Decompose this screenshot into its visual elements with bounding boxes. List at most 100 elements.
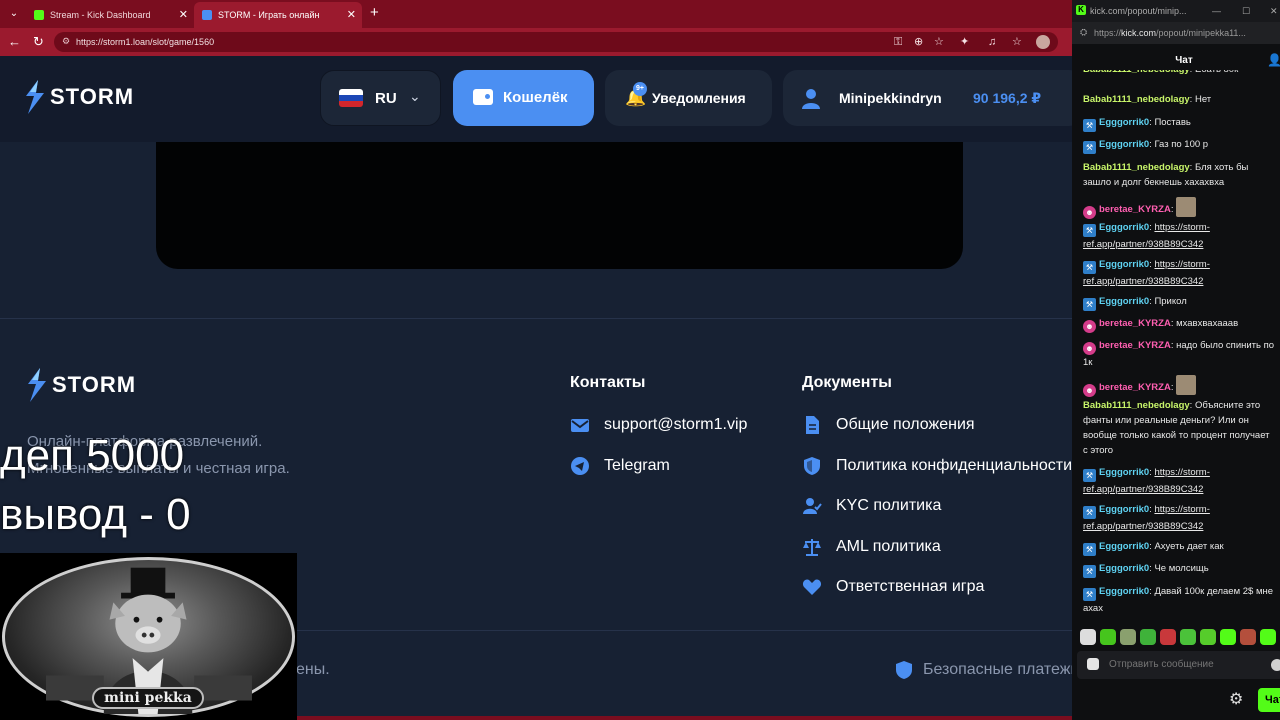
new-tab-plus-icon[interactable]: + xyxy=(370,5,379,21)
extension-icon[interactable]: ✦ xyxy=(960,35,969,49)
chat-message: ⚒ Egggorrik0: https://storm-ref.app/partn… xyxy=(1083,502,1276,534)
chat-username[interactable]: Egggorrik0 xyxy=(1099,296,1149,307)
chat-username[interactable]: Egggorrik0 xyxy=(1099,586,1149,597)
emote-trash-icon[interactable] xyxy=(1140,629,1156,645)
close-icon[interactable]: ✕ xyxy=(347,2,356,28)
chat-username[interactable]: beretae_KYRZA xyxy=(1099,382,1171,393)
doc-responsible-gaming-link[interactable]: Ответственная игра xyxy=(802,577,984,597)
chevron-down-icon: ⌄ xyxy=(409,88,421,104)
moderator-badge-icon: ⚒ xyxy=(1083,543,1096,556)
moderator-badge-icon: ⚒ xyxy=(1083,506,1096,519)
chat-username[interactable]: Babab1111_nebedolagy xyxy=(1083,162,1190,173)
doc-privacy-policy-link[interactable]: Политика конфиденциальности xyxy=(802,456,1072,476)
chat-settings-gear-icon[interactable]: ⚙ xyxy=(1229,689,1243,709)
chat-username[interactable]: beretae_KYRZA xyxy=(1099,204,1171,215)
bookmark-star-icon[interactable]: ☆ xyxy=(934,35,944,49)
emote-ball-icon[interactable] xyxy=(1120,629,1136,645)
storm-logo[interactable]: STORM xyxy=(24,80,134,114)
emote-frog-icon[interactable] xyxy=(1200,629,1216,645)
tab-search-icon[interactable]: ⌄ xyxy=(6,6,22,22)
chat-message-list[interactable]: Babab1111_nebedolagy: Ебать 80кBabab1111… xyxy=(1072,70,1280,618)
chat-username[interactable]: Egggorrik0 xyxy=(1099,222,1149,233)
maximize-icon[interactable]: ☐ xyxy=(1242,0,1250,22)
emote-spin-icon[interactable] xyxy=(1180,629,1196,645)
chat-message: ⚒ Egggorrik0: Давай 100к делаем 2$ мне ах… xyxy=(1083,584,1276,616)
chat-text: Нет xyxy=(1194,94,1212,105)
chat-username[interactable]: Egggorrik0 xyxy=(1099,259,1149,270)
chat-input-field[interactable] xyxy=(1109,651,1259,679)
profile-avatar[interactable] xyxy=(1036,35,1050,49)
chat-username[interactable]: Egggorrik0 xyxy=(1099,504,1149,515)
chat-username[interactable]: Babab1111_nebedolagy xyxy=(1083,70,1190,75)
chat-message: ⚒ Egggorrik0: Газ по 100 р xyxy=(1083,137,1276,154)
emote-face-icon[interactable] xyxy=(1240,629,1256,645)
emoji-icon[interactable] xyxy=(1271,659,1280,671)
favorites-icon[interactable]: ☆ xyxy=(1012,35,1022,49)
language-selector[interactable]: RU ⌄ xyxy=(320,70,441,126)
user-profile-button[interactable]: Minipekkindryn 90 196,2 ₽ xyxy=(783,70,1083,126)
chat-username[interactable]: Babab1111_nebedolagy xyxy=(1083,400,1190,411)
lightning-logo-icon xyxy=(28,368,46,402)
minimize-icon[interactable]: — xyxy=(1212,0,1221,22)
chat-message: Babab1111_nebedolagy: Объясните это фант… xyxy=(1083,398,1276,458)
chat-username[interactable]: beretae_KYRZA xyxy=(1099,318,1171,329)
site-info-icon[interactable]: ⚙ xyxy=(62,36,70,47)
chat-username[interactable]: Egggorrik0 xyxy=(1099,541,1149,552)
emote-angry-icon[interactable] xyxy=(1160,629,1176,645)
doc-general-terms-link[interactable]: Общие положения xyxy=(802,415,975,435)
contact-email-link[interactable]: support@storm1.vip xyxy=(570,415,747,435)
chat-username[interactable]: Egggorrik0 xyxy=(1099,139,1149,150)
moderator-badge-icon: ⚒ xyxy=(1083,119,1096,132)
notifications-badge: 9+ xyxy=(633,82,647,96)
chat-message: ☻ beretae_KYRZA: надо было спинить по 1к xyxy=(1083,338,1276,370)
doc-kyc-policy-link[interactable]: KYC политика xyxy=(802,496,941,516)
contact-telegram-link[interactable]: Telegram xyxy=(570,456,670,476)
key-icon[interactable]: ⚿ xyxy=(894,35,902,49)
music-icon[interactable]: ♫ xyxy=(988,35,996,49)
chat-window-addressbar[interactable]: ⛭ https://kick.com/popout/minipekka11... xyxy=(1072,22,1280,44)
zoom-icon[interactable]: ⊕ xyxy=(914,35,923,49)
shield-icon xyxy=(804,457,820,475)
chat-message: ⚒ Egggorrik0: Ахуеть дает как xyxy=(1083,539,1276,556)
balance: 90 196,2 ₽ xyxy=(973,90,1042,106)
browser-tab-kick-dashboard[interactable]: Stream - Kick Dashboard ✕ xyxy=(26,2,194,28)
russia-flag-icon xyxy=(339,89,363,107)
back-arrow-icon[interactable]: ← xyxy=(8,34,21,50)
chat-username[interactable]: Egggorrik0 xyxy=(1099,467,1149,478)
address-url: https://storm1.loan/slot/game/1560 xyxy=(76,37,215,47)
doc-aml-policy-link[interactable]: AML политика xyxy=(802,537,941,557)
chat-username[interactable]: Egggorrik0 xyxy=(1099,117,1149,128)
chat-username[interactable]: Egggorrik0 xyxy=(1099,563,1149,574)
emote-chat-icon[interactable] xyxy=(1100,629,1116,645)
emote-happy-icon[interactable] xyxy=(1220,629,1236,645)
moderator-badge-icon: ⚒ xyxy=(1083,224,1096,237)
users-icon[interactable]: 👤 xyxy=(1267,53,1280,67)
subscriber-badge-icon: ☻ xyxy=(1083,320,1096,333)
chat-text: Поставь xyxy=(1154,117,1191,128)
contact-email: support@storm1.vip xyxy=(604,416,748,433)
close-icon[interactable]: ✕ xyxy=(1270,0,1278,22)
contacts-title: Контакты xyxy=(570,374,646,391)
user-icon xyxy=(802,89,820,109)
chat-message: ⚒ Egggorrik0: Поставь xyxy=(1083,115,1276,132)
chat-username[interactable]: Babab1111_nebedolagy xyxy=(1083,94,1190,105)
chat-message: ⚒ Egggorrik0: Прикол xyxy=(1083,294,1276,311)
chat-mode-icon[interactable] xyxy=(1087,658,1099,670)
address-bar[interactable]: ⚙ https://storm1.loan/slot/game/1560 ⚿ ⊕… xyxy=(54,32,1058,52)
user-check-icon xyxy=(803,498,822,514)
emote-ghost-icon[interactable] xyxy=(1080,629,1096,645)
browser-tab-storm[interactable]: STORM - Играть онлайн ✕ xyxy=(194,2,362,28)
chat-message-input[interactable] xyxy=(1077,651,1280,679)
chat-username[interactable]: beretae_KYRZA xyxy=(1099,340,1171,351)
close-icon[interactable]: ✕ xyxy=(179,2,188,28)
emote-kick-icon[interactable] xyxy=(1260,629,1276,645)
chat-message: ⚒ Egggorrik0: Че молсищь xyxy=(1083,561,1276,578)
notifications-button[interactable]: 🔔 9+ Уведомления xyxy=(605,70,772,126)
chat-send-button[interactable]: Чат xyxy=(1258,688,1280,712)
footer-storm-logo[interactable]: STORM xyxy=(26,368,136,402)
wallet-button[interactable]: Кошелёк xyxy=(453,70,594,126)
subscriber-badge-icon: ☻ xyxy=(1083,206,1096,219)
game-frame[interactable] xyxy=(156,142,963,269)
chat-text: мхавхвахааав xyxy=(1176,318,1239,329)
reload-icon[interactable]: ↻ xyxy=(33,34,44,50)
